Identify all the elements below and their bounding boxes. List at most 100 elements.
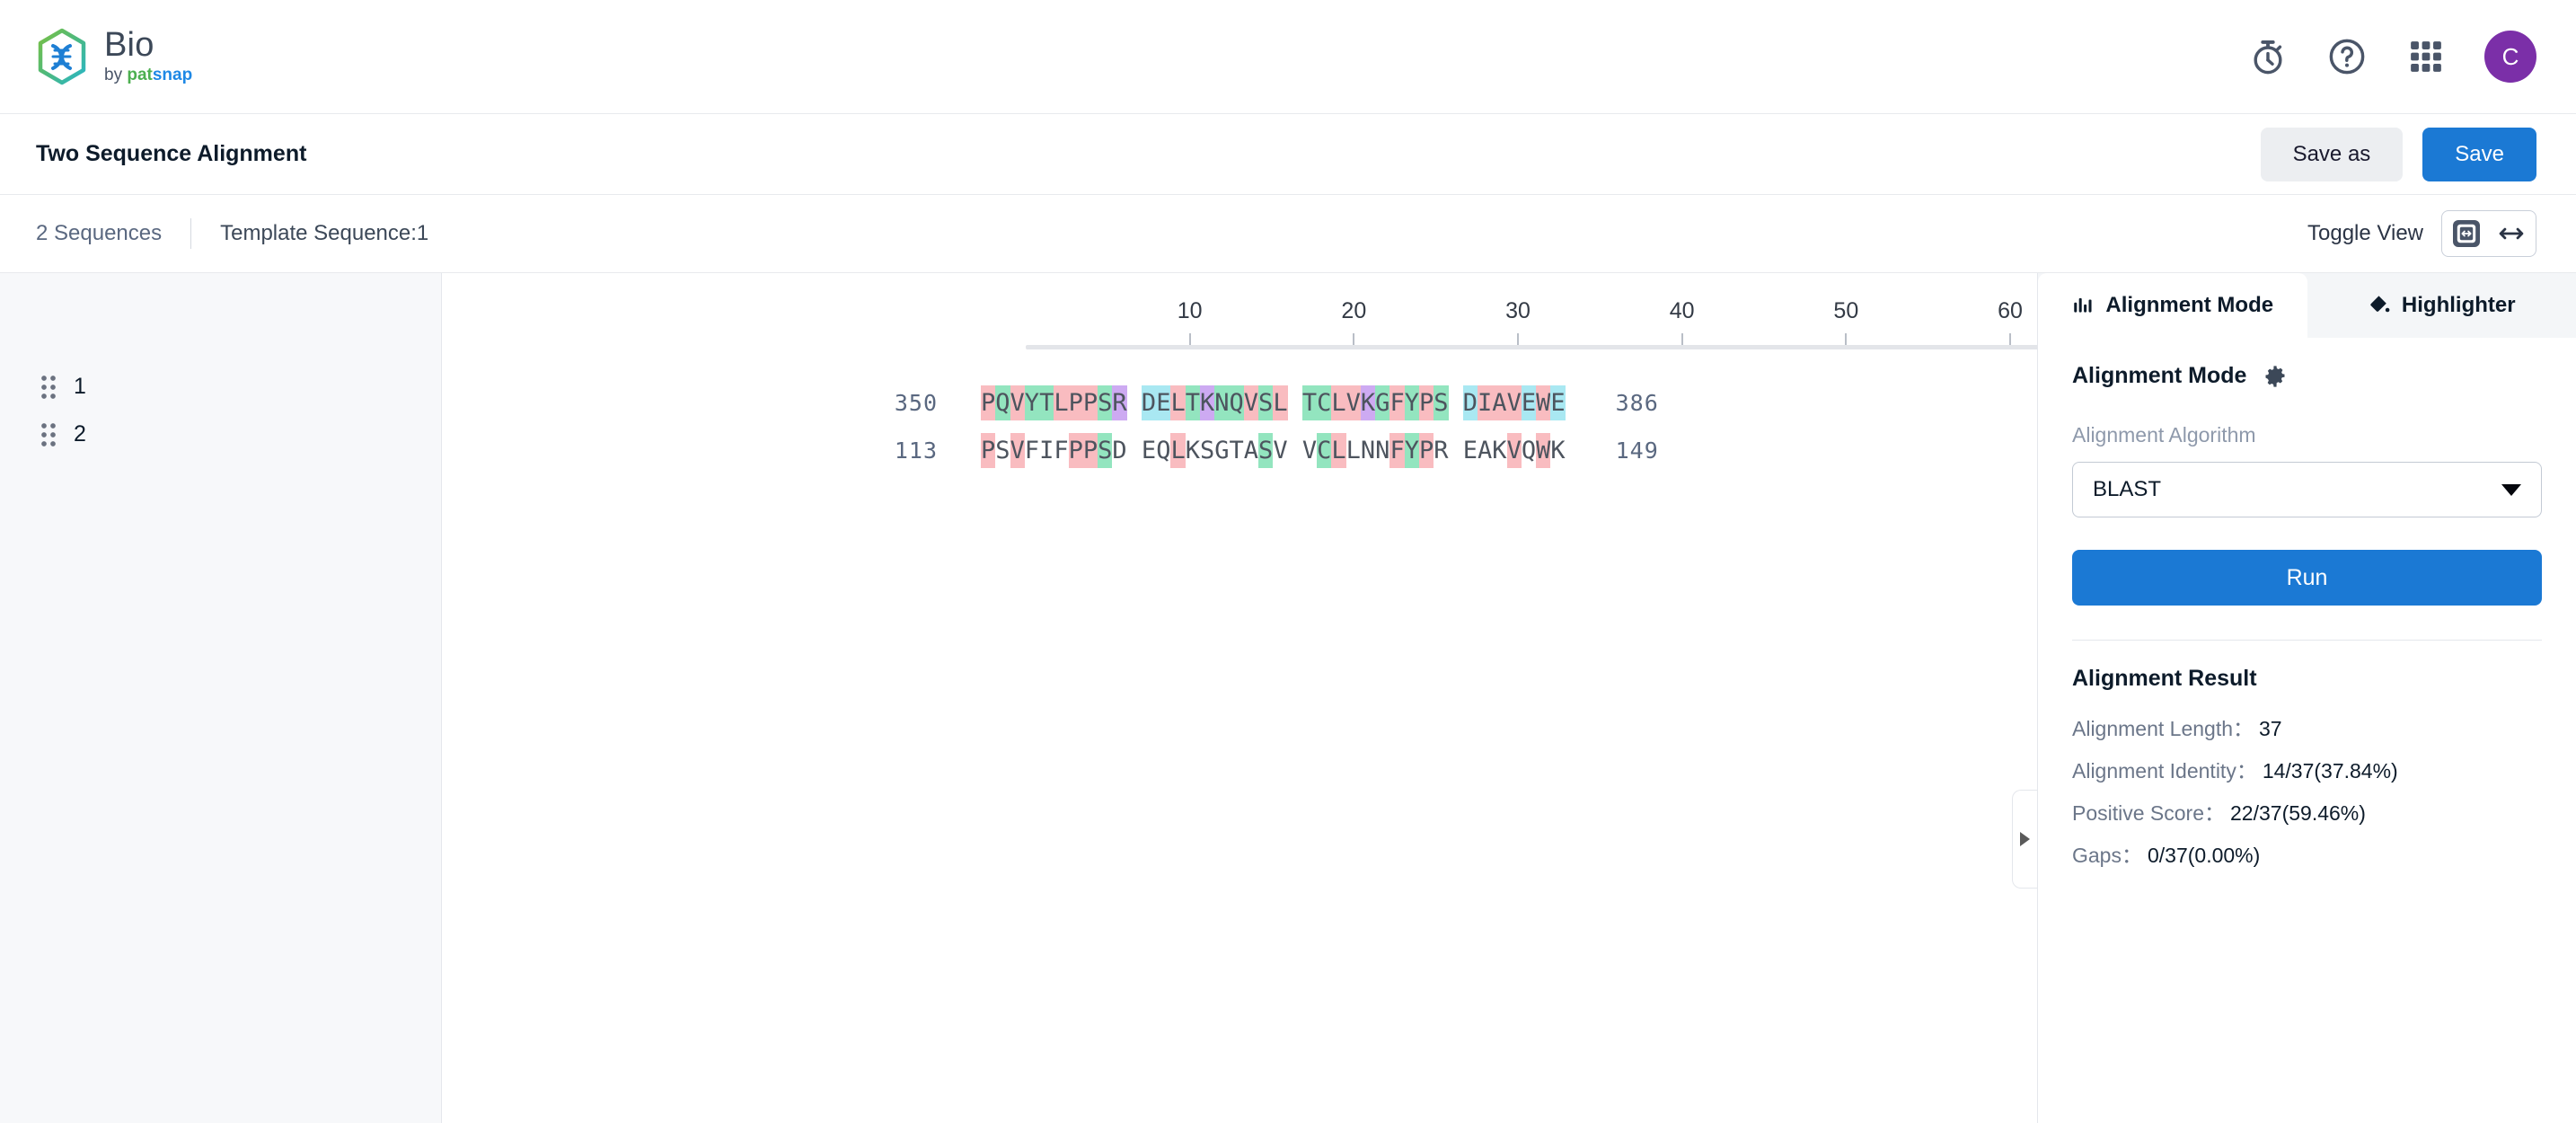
residue[interactable]: F: [1389, 432, 1405, 468]
stopwatch-icon[interactable]: [2247, 36, 2289, 77]
brand-logo-block[interactable]: Bio by patsnap: [36, 27, 192, 86]
residue[interactable]: E: [1463, 433, 1478, 468]
residue[interactable]: S: [1258, 432, 1274, 468]
toggle-view-boxed-button[interactable]: [2448, 215, 2485, 252]
residue[interactable]: T: [1301, 385, 1318, 420]
residue[interactable]: P: [981, 432, 996, 468]
residue-sequence[interactable]: PQVYTLPPSR DELTKNQVSL TCLVKGFYPS DIAVEWE: [981, 385, 1566, 420]
residue[interactable]: V: [1010, 385, 1025, 420]
apps-grid-icon[interactable]: [2405, 36, 2447, 77]
residue[interactable]: S: [995, 433, 1010, 468]
tab-alignment-mode[interactable]: Alignment Mode: [2038, 273, 2307, 338]
residue[interactable]: [1449, 385, 1463, 420]
residue[interactable]: A: [1478, 433, 1492, 468]
panel-collapse-handle[interactable]: [2012, 790, 2037, 889]
residue[interactable]: L: [1273, 385, 1288, 420]
list-item[interactable]: 2: [0, 411, 441, 458]
residue[interactable]: L: [1054, 385, 1069, 420]
residue[interactable]: V: [1243, 385, 1259, 420]
residue[interactable]: G: [1375, 385, 1390, 420]
residue[interactable]: Q: [1229, 385, 1244, 420]
residue[interactable]: K: [1360, 385, 1376, 420]
residue[interactable]: Q: [1522, 433, 1536, 468]
residue[interactable]: [1127, 433, 1142, 468]
residue[interactable]: T: [1230, 433, 1244, 468]
residue[interactable]: C: [1317, 385, 1332, 420]
residue[interactable]: L: [1170, 432, 1186, 468]
residue-sequence[interactable]: PSVFIFPPSD EQLKSGTASV VCLLNNFYPR EAKVQWK: [981, 432, 1566, 468]
residue[interactable]: G: [1214, 433, 1229, 468]
residue[interactable]: F: [1025, 433, 1039, 468]
residue[interactable]: A: [1244, 433, 1258, 468]
toggle-view-plain-button[interactable]: [2492, 215, 2530, 252]
residue[interactable]: E: [1142, 433, 1156, 468]
residue[interactable]: R: [1434, 433, 1448, 468]
residue[interactable]: D: [1462, 385, 1478, 420]
residue[interactable]: T: [1039, 385, 1054, 420]
residue[interactable]: F: [1389, 385, 1405, 420]
help-circle-icon[interactable]: [2326, 36, 2368, 77]
residue[interactable]: W: [1536, 385, 1551, 420]
residue[interactable]: Q: [1156, 433, 1170, 468]
residue[interactable]: D: [1141, 385, 1157, 420]
residue[interactable]: [1288, 433, 1302, 468]
sequences-count-link[interactable]: 2 Sequences: [36, 221, 162, 246]
residue[interactable]: I: [1039, 433, 1054, 468]
residue[interactable]: V: [1010, 432, 1025, 468]
list-item[interactable]: 1: [0, 363, 441, 411]
residue[interactable]: N: [1361, 433, 1375, 468]
residue[interactable]: L: [1346, 433, 1361, 468]
residue[interactable]: S: [1258, 385, 1274, 420]
residue[interactable]: [1127, 385, 1142, 420]
residue[interactable]: S: [1434, 385, 1449, 420]
residue[interactable]: P: [1418, 432, 1434, 468]
gear-icon[interactable]: [2263, 364, 2288, 389]
residue[interactable]: K: [1199, 385, 1215, 420]
residue[interactable]: N: [1375, 433, 1389, 468]
run-button[interactable]: Run: [2072, 550, 2542, 606]
residue[interactable]: [1449, 433, 1463, 468]
residue[interactable]: P: [1418, 385, 1434, 420]
residue[interactable]: P: [1082, 385, 1098, 420]
residue[interactable]: E: [1521, 385, 1537, 420]
residue[interactable]: L: [1170, 385, 1186, 420]
residue[interactable]: V: [1345, 385, 1361, 420]
residue[interactable]: A: [1492, 385, 1507, 420]
tab-highlighter[interactable]: Highlighter: [2307, 273, 2576, 338]
residue[interactable]: E: [1156, 385, 1171, 420]
residue[interactable]: N: [1214, 385, 1230, 420]
residue[interactable]: F: [1054, 433, 1068, 468]
avatar[interactable]: C: [2484, 31, 2536, 83]
save-as-button[interactable]: Save as: [2260, 127, 2404, 181]
residue[interactable]: L: [1331, 432, 1346, 468]
residue[interactable]: V: [1506, 432, 1522, 468]
drag-handle-icon[interactable]: [40, 374, 57, 401]
algorithm-select[interactable]: BLAST: [2072, 462, 2542, 517]
residue[interactable]: S: [1098, 385, 1113, 420]
residue[interactable]: V: [1302, 433, 1317, 468]
residue[interactable]: V: [1273, 433, 1287, 468]
residue[interactable]: T: [1185, 385, 1200, 420]
residue[interactable]: S: [1098, 432, 1113, 468]
save-button[interactable]: Save: [2422, 127, 2536, 181]
residue[interactable]: Y: [1404, 385, 1419, 420]
residue[interactable]: V: [1506, 385, 1522, 420]
residue[interactable]: K: [1550, 433, 1565, 468]
residue[interactable]: R: [1112, 385, 1127, 420]
drag-handle-icon[interactable]: [40, 421, 57, 448]
residue[interactable]: D: [1112, 433, 1126, 468]
residue[interactable]: Q: [995, 385, 1010, 420]
residue[interactable]: Y: [1404, 432, 1419, 468]
residue[interactable]: [1288, 385, 1302, 420]
residue[interactable]: Y: [1024, 385, 1040, 420]
residue[interactable]: S: [1200, 433, 1214, 468]
residue[interactable]: K: [1492, 433, 1506, 468]
residue[interactable]: P: [981, 385, 996, 420]
residue[interactable]: P: [1068, 432, 1083, 468]
residue[interactable]: W: [1536, 432, 1551, 468]
residue[interactable]: C: [1317, 432, 1332, 468]
residue[interactable]: P: [1068, 385, 1083, 420]
residue[interactable]: P: [1082, 432, 1098, 468]
residue[interactable]: K: [1186, 433, 1200, 468]
residue[interactable]: L: [1331, 385, 1346, 420]
